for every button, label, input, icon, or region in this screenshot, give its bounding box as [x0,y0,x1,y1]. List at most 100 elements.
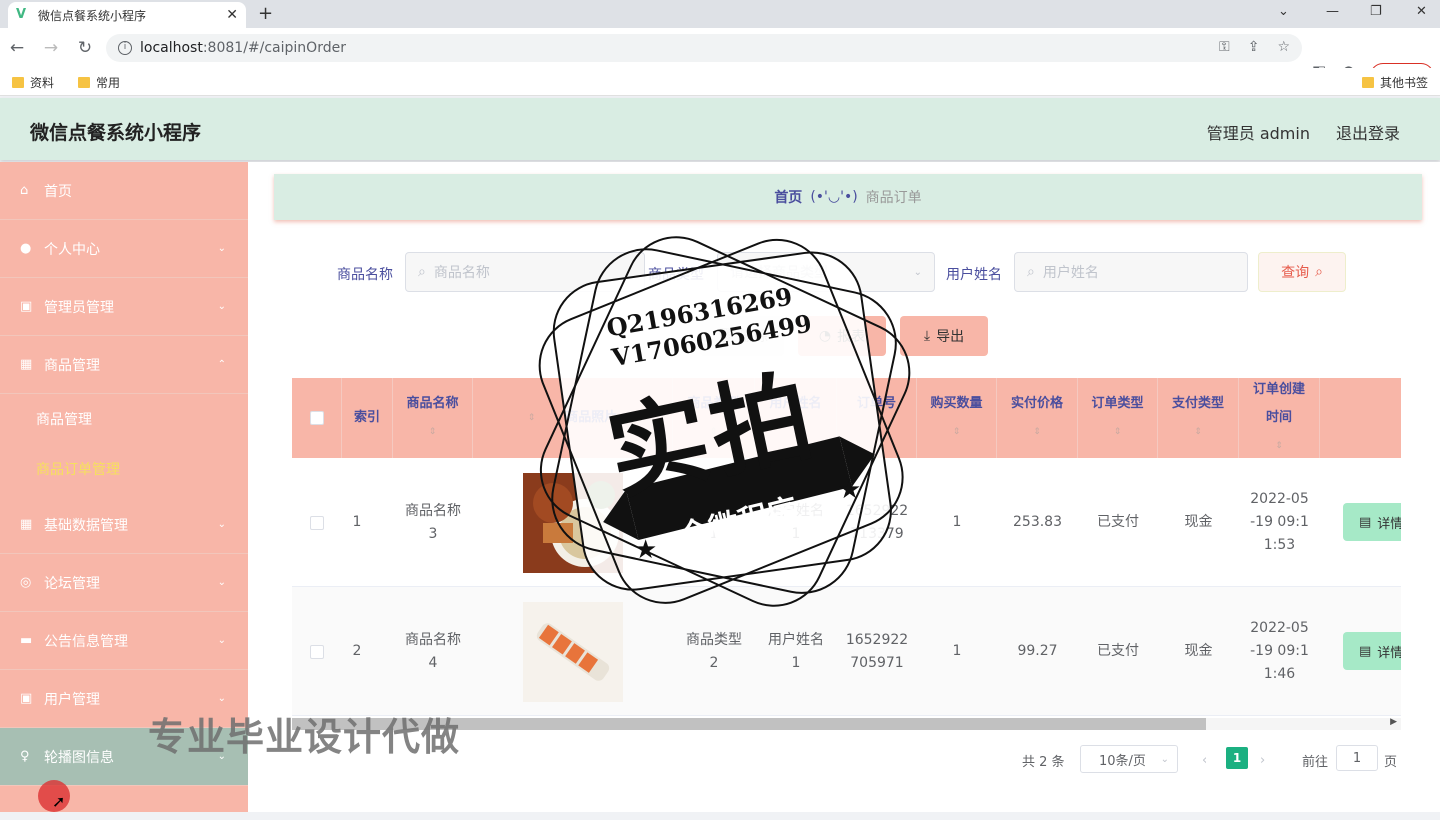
detail-button[interactable]: ▤ 详情 [1343,632,1401,670]
photo-cell [473,458,673,587]
browser-tab[interactable]: V 微信点餐系统小程序 ✕ [8,2,246,28]
sidebar-item-base-data[interactable]: ▦ 基础数据管理 ⌄ [0,496,248,554]
pagination-total: 共 2 条 [1022,754,1065,770]
column-label: 商品名称 [406,396,459,411]
url-path: :8081/#/caipinOrder [202,40,346,56]
column-header[interactable]: 订单创建时间 ⇕ [1239,378,1320,458]
index-cell: 2 [352,643,362,659]
column-label: 订单创建时间 [1252,382,1305,425]
goto-page-input[interactable]: 1 [1336,745,1378,771]
breadcrumb-home[interactable]: 首页 [774,187,802,207]
food-photo [523,472,623,573]
select-all-checkbox[interactable] [309,411,324,425]
user-cell: 用户姓名1 [768,631,824,671]
sort-icon[interactable]: ⇕ [429,418,437,446]
report-label: 报表 [837,329,866,345]
column-header[interactable]: 用户姓名 ⇕ [755,378,837,458]
prev-page-icon[interactable]: ‹ [1202,746,1207,774]
detail-label: 详情 [1377,516,1401,532]
sidebar-item-admin[interactable]: ▣ 管理员管理 ⌄ [0,278,248,336]
minimize-icon[interactable]: — [1326,4,1339,19]
sidebar-subitem-goods[interactable]: 商品管理 [0,394,248,444]
chevron-down-icon: ⌄ [217,519,226,530]
other-bookmarks[interactable]: 其他书签 [1362,74,1428,91]
address-bar: ← → ↻ i localhost:8081/#/caipinOrder ⚿ ⇪… [0,28,1440,89]
sidebar-item-label: 轮播图信息 [44,749,114,766]
download-icon: ⤓ [923,328,931,344]
site-info-icon[interactable]: i [118,41,132,55]
back-icon[interactable]: ← [0,38,34,58]
folder-icon [12,77,24,88]
price-cell: 99.27 [1017,643,1058,659]
column-header[interactable]: 商品类型 ⇕ [673,378,755,458]
new-tab-icon[interactable]: + [258,3,273,24]
bookmark-folder[interactable]: 常用 [78,74,120,91]
url-host: localhost [140,40,203,56]
sort-icon[interactable]: ⇕ [1033,418,1041,446]
page-size-select[interactable]: 10条/页 ⌄ [1080,745,1178,773]
row-checkbox[interactable] [310,644,324,659]
query-button[interactable]: 查询 ⌕ [1258,252,1346,292]
sort-icon[interactable]: ⇕ [1275,432,1283,460]
folder-icon [78,77,90,88]
delete-button[interactable]: 🗑 删除 [700,316,784,356]
column-header: 索引 [342,378,393,458]
search-icon: ⌕ [1027,264,1035,280]
photo-cell [473,587,673,716]
type-select[interactable]: 请选择商品类型 ⌄ [717,252,935,292]
column-header[interactable]: 订单类型 ⇕ [1078,378,1158,458]
tab-close-icon[interactable]: ✕ [226,7,238,23]
export-button[interactable]: ⤓ 导出 [900,316,988,356]
sort-icon[interactable]: ⇕ [528,404,536,432]
index-cell: 1 [352,514,362,530]
sort-icon[interactable]: ⇕ [1114,418,1122,446]
star-icon[interactable]: ☆ [1277,39,1290,55]
column-header[interactable]: 购买数量 ⇕ [917,378,997,458]
name-search-input[interactable]: ⌕ 商品名称 [405,252,645,292]
column-header[interactable]: 商品名称 ⇕ [393,378,473,458]
scroll-right-icon[interactable]: ▶ [1390,717,1397,727]
sort-icon[interactable]: ⇕ [953,418,961,446]
logout-link[interactable]: 退出登录 [1336,120,1400,144]
sidebar-item-label: 首页 [44,183,72,200]
column-header[interactable]: 实付价格 ⇕ [997,378,1078,458]
detail-button[interactable]: ▤ 详情 [1343,503,1401,541]
sort-icon[interactable]: ⇕ [792,418,800,446]
pay-type-cell: 现金 [1184,514,1213,530]
url-input[interactable]: i localhost:8081/#/caipinOrder ⚿ ⇪ ☆ [106,34,1302,62]
next-page-icon[interactable]: › [1260,746,1265,774]
row-checkbox[interactable] [310,515,324,530]
forward-icon[interactable]: → [34,38,68,58]
header-checkbox-cell [292,378,342,458]
sidebar-item-profile[interactable]: ● 个人中心 ⌄ [0,220,248,278]
sidebar-item-home[interactable]: ⌂ 首页 [0,162,248,220]
type-placeholder: 请选择商品类型 [730,265,828,281]
reload-icon[interactable]: ↻ [68,38,102,58]
column-header[interactable]: 订单号 ⇕ [837,378,917,458]
tab-title: 微信点餐系统小程序 [38,8,147,23]
chevron-down-icon: ⌄ [217,577,226,588]
column-header[interactable]: 支付类型 ⇕ [1158,378,1239,458]
key-icon[interactable]: ⚿ [1219,39,1230,55]
user-search-input[interactable]: ⌕ 用户姓名 [1014,252,1248,292]
share-icon[interactable]: ⇪ [1248,39,1260,55]
sort-icon[interactable]: ⇕ [1194,418,1202,446]
user-cell: 用户姓名1 [768,502,824,542]
sidebar-subitem-goods-orders[interactable]: 商品订单管理 [0,444,248,494]
bookmark-label: 常用 [96,76,121,90]
sidebar-item-notice[interactable]: ▬ 公告信息管理 ⌄ [0,612,248,670]
bookmark-folder[interactable]: 资料 [12,74,54,91]
sort-icon[interactable]: ⇕ [710,418,718,446]
close-window-icon[interactable]: ✕ [1416,4,1427,19]
chevron-down-icon: ⌄ [217,301,226,312]
bookmark-label: 资料 [30,76,55,90]
created-cell: 2022-05-19 09:11:46 [1250,620,1309,682]
sidebar-item-goods[interactable]: ▦ 商品管理 ⌃ [0,336,248,394]
page-number[interactable]: 1 [1226,747,1248,769]
tab-search-icon[interactable]: ⌄ [1278,4,1289,19]
report-button[interactable]: ◔ 报表 [798,316,886,356]
sort-icon[interactable]: ⇕ [873,418,881,446]
maximize-icon[interactable]: ❐ [1370,4,1382,19]
sidebar-item-forum[interactable]: ◎ 论坛管理 ⌄ [0,554,248,612]
search-icon: ⌕ [418,264,426,280]
